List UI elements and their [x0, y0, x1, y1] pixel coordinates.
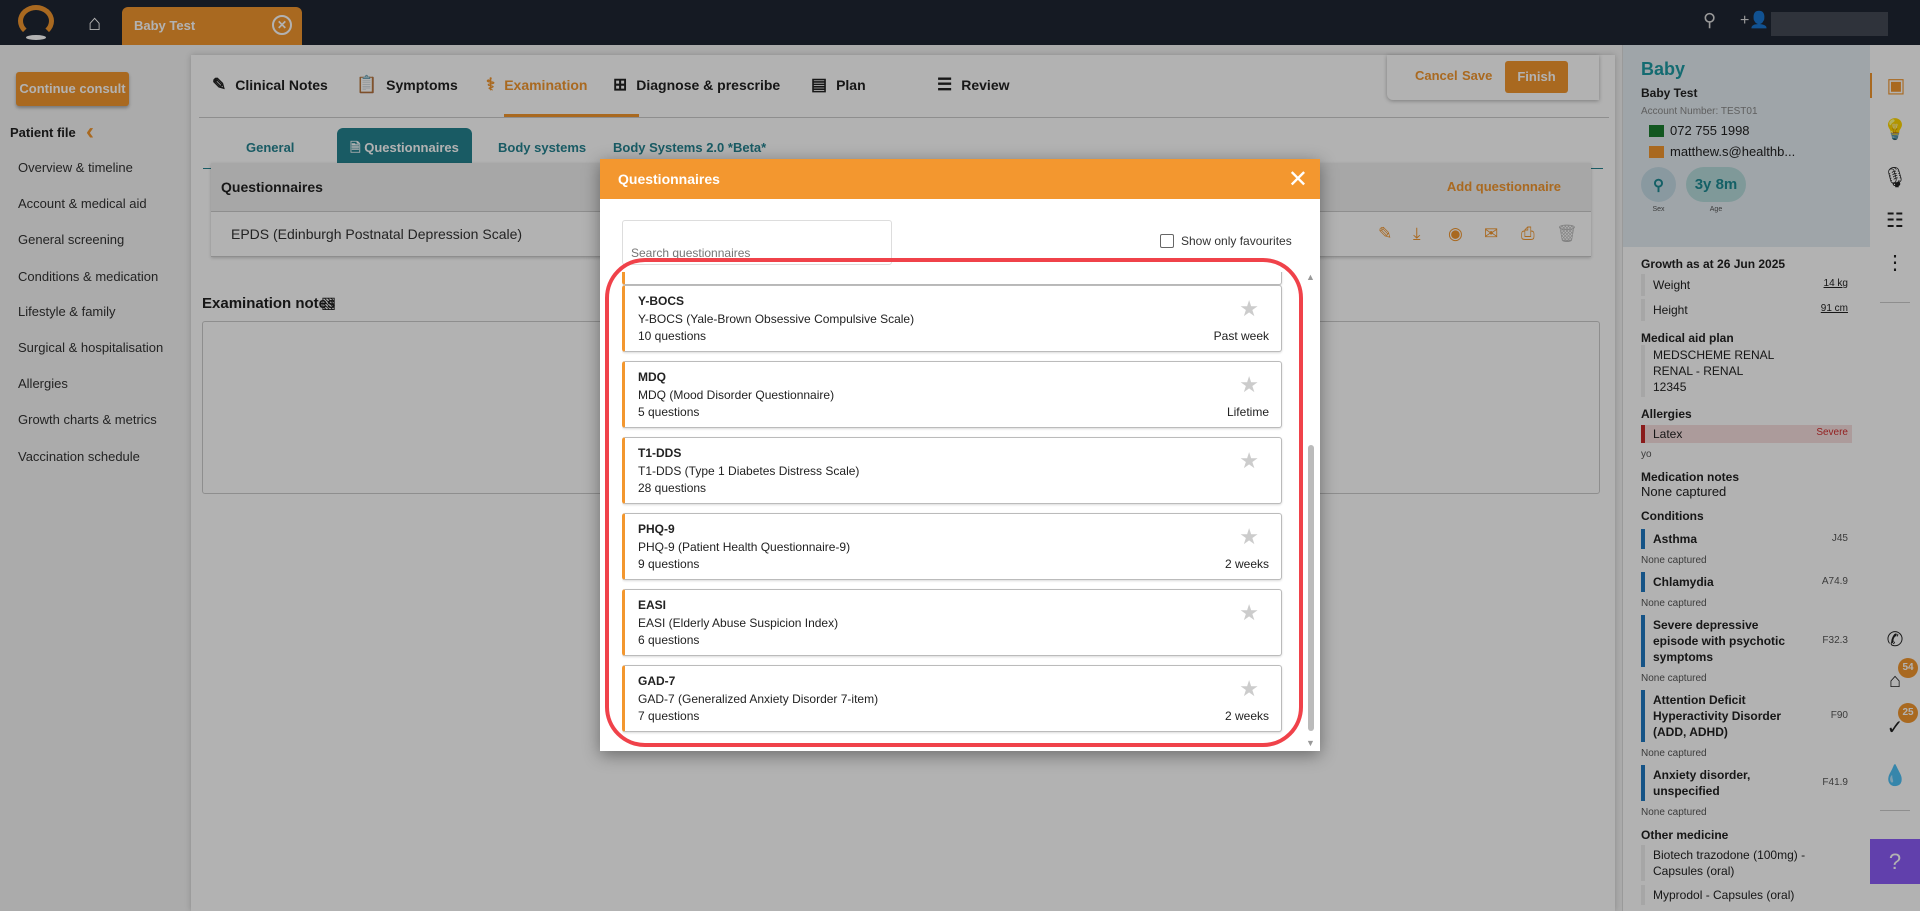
questionnaire-card[interactable]: PHQ-9 PHQ-9 (Patient Health Questionnaire…	[622, 513, 1282, 580]
card-code: MDQ	[638, 370, 666, 384]
card-period: 2 weeks	[1224, 557, 1269, 571]
scroll-down-arrow-icon[interactable]: ▼	[1306, 738, 1315, 748]
star-icon[interactable]: ★	[1239, 296, 1259, 322]
favourites-filter[interactable]: Show only favourites	[1160, 234, 1292, 248]
questionnaire-card[interactable]: T1-DDS T1-DDS (Type 1 Diabetes Distress S…	[622, 437, 1282, 504]
card-name: MDQ (Mood Disorder Questionnaire)	[638, 388, 835, 402]
questionnaire-card-partial[interactable]	[622, 272, 1282, 285]
scroll-up-arrow-icon[interactable]: ▲	[1306, 272, 1315, 282]
card-name: T1-DDS (Type 1 Diabetes Distress Scale)	[638, 464, 860, 478]
scrollbar[interactable]: ▲ ▼	[1306, 272, 1316, 750]
card-code: EASI	[638, 598, 667, 612]
questionnaire-card[interactable]: MDQ MDQ (Mood Disorder Questionnaire) 5 qu…	[622, 361, 1282, 428]
star-icon[interactable]: ★	[1239, 600, 1259, 626]
star-icon[interactable]: ★	[1239, 372, 1259, 398]
scrollbar-thumb[interactable]	[1308, 445, 1314, 731]
card-name: Y-BOCS (Yale-Brown Obsessive Compulsive …	[638, 312, 915, 326]
favourites-checkbox[interactable]	[1160, 234, 1174, 248]
modal-title: Questionnaires	[618, 171, 720, 187]
questionnaire-card[interactable]: EASI EASI (Elderly Abuse Suspicion Index)…	[622, 589, 1282, 656]
card-name: EASI (Elderly Abuse Suspicion Index)	[638, 616, 839, 630]
modal-header: Questionnaires ✕	[600, 159, 1320, 199]
search-questionnaires-input[interactable]	[622, 220, 892, 265]
questionnaire-card[interactable]: Y-BOCS Y-BOCS (Yale-Brown Obsessive Compu…	[622, 285, 1282, 352]
card-count: 5 questions	[638, 405, 700, 419]
card-code: GAD-7	[638, 674, 676, 688]
card-count: 9 questions	[638, 557, 700, 571]
card-count: 7 questions	[638, 709, 700, 723]
card-code: PHQ-9	[638, 522, 675, 536]
card-name: PHQ-9 (Patient Health Questionnaire-9)	[638, 540, 851, 554]
card-count: 6 questions	[638, 633, 700, 647]
card-period: Past week	[1213, 329, 1269, 343]
favourites-label: Show only favourites	[1181, 234, 1292, 248]
questionnaire-list: Y-BOCS Y-BOCS (Yale-Brown Obsessive Compu…	[622, 272, 1294, 742]
star-icon[interactable]: ★	[1239, 448, 1259, 474]
card-code: T1-DDS	[638, 446, 682, 460]
card-count: 10 questions	[638, 329, 707, 343]
card-period: 2 weeks	[1224, 709, 1269, 723]
card-code: Y-BOCS	[638, 294, 685, 308]
questionnaires-modal: Questionnaires ✕ Show only favourites Y-…	[600, 159, 1320, 751]
star-icon[interactable]: ★	[1239, 524, 1259, 550]
card-period: Lifetime	[1226, 405, 1269, 419]
card-name: GAD-7 (Generalized Anxiety Disorder 7-it…	[638, 692, 879, 706]
questionnaire-card[interactable]: GAD-7 GAD-7 (Generalized Anxiety Disorder…	[622, 665, 1282, 732]
close-icon[interactable]: ✕	[1288, 165, 1308, 194]
star-icon[interactable]: ★	[1239, 676, 1259, 702]
card-count: 28 questions	[638, 481, 707, 495]
